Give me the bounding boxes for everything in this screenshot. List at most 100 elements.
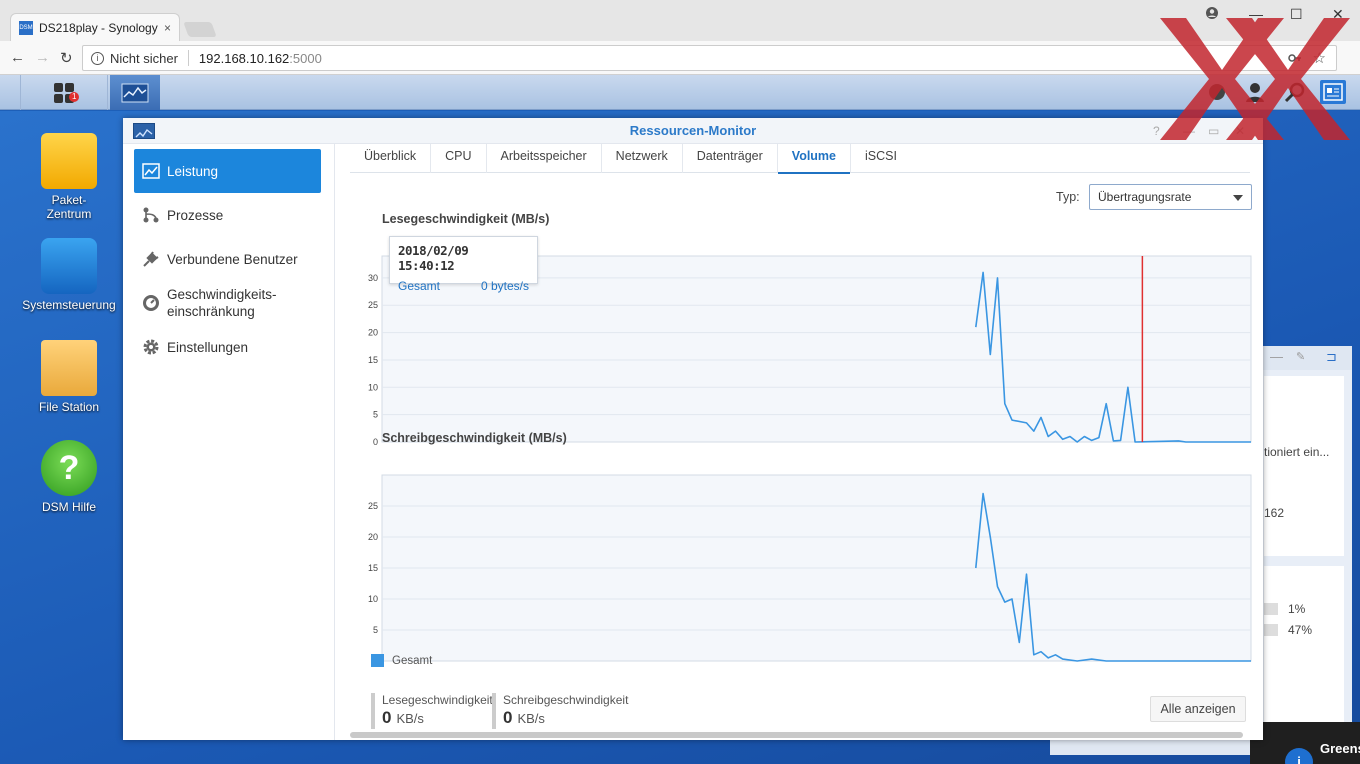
show-all-button[interactable]: Alle anzeigen xyxy=(1150,696,1246,722)
tab-ueberblick[interactable]: Überblick xyxy=(350,144,432,173)
sidebar-item-prozesse[interactable]: Prozesse xyxy=(134,193,321,237)
forward-icon[interactable]: → xyxy=(35,49,50,66)
close-tab-icon[interactable]: × xyxy=(164,21,171,35)
main-menu-button[interactable]: 1 xyxy=(20,75,108,110)
profile-icon[interactable] xyxy=(1205,6,1219,23)
window-title: Ressourcen-Monitor xyxy=(629,123,757,138)
browser-tab[interactable]: DSM DS218play - Synology Di × xyxy=(10,13,180,41)
minimize-icon[interactable]: — xyxy=(1270,349,1283,364)
sidebar-item-geschwindigkeitseinschraenkung[interactable]: Geschwindigkeits- einschränkung xyxy=(134,281,321,325)
stat-unit: KB/s xyxy=(396,711,424,726)
y-tick-label: 20 xyxy=(368,328,378,338)
tooltip-value: 0 bytes/s xyxy=(480,279,529,293)
dsm-favicon: DSM xyxy=(19,20,33,35)
resource-monitor-taskbar-button[interactable] xyxy=(110,75,160,110)
close-icon[interactable]: ✕ xyxy=(1235,118,1245,144)
background-card: 1% 47% xyxy=(1264,566,1344,736)
desktop-icon-file-station[interactable]: File Station xyxy=(14,340,124,414)
security-label: Nicht sicher xyxy=(110,50,178,66)
new-tab-button[interactable] xyxy=(183,22,217,37)
reload-icon[interactable]: ↻ xyxy=(60,49,73,67)
widgets-icon[interactable] xyxy=(1320,80,1346,104)
horizontal-scrollbar[interactable] xyxy=(350,732,1243,738)
info-icon: i xyxy=(1285,748,1313,764)
folder-icon xyxy=(41,340,97,396)
toast-text: Greens xyxy=(1320,741,1360,756)
sidebar-item-label: Geschwindigkeits- xyxy=(167,287,277,302)
star-icon[interactable]: ☆ xyxy=(1313,49,1326,67)
sidebar: Leistung Prozesse Verbundene Benutzer Ge… xyxy=(123,144,335,740)
tab-arbeitsspeicher[interactable]: Arbeitsspeicher xyxy=(487,144,602,173)
background-window[interactable]: — ✎ ⊐ tioniert ein... 162 1% 47% xyxy=(1262,346,1352,736)
back-icon[interactable]: ← xyxy=(10,49,25,66)
maximize-window-icon[interactable]: ☐ xyxy=(1290,6,1303,23)
panel-icon[interactable]: ⊐ xyxy=(1326,349,1337,365)
desktop-icon-systemsteuerung[interactable]: Systemsteuerung xyxy=(14,238,124,312)
sidebar-item-label: einschränkung xyxy=(167,304,255,319)
minimize-window-icon[interactable]: — xyxy=(1249,6,1263,22)
plug-icon xyxy=(142,250,160,268)
usage-bar xyxy=(1264,603,1278,615)
window-titlebar[interactable]: Ressourcen-Monitor ? — ▭ ✕ xyxy=(123,118,1263,144)
desktop-icon-paket-zentrum[interactable]: Paket- Zentrum xyxy=(14,133,124,221)
resource-monitor-icon xyxy=(133,123,155,139)
shopping-bag-icon xyxy=(41,133,97,189)
tooltip-time: 2018/02/09 15:40:12 xyxy=(398,243,469,273)
tab-cpu[interactable]: CPU xyxy=(431,144,487,173)
browser-tab-title: DS218play - Synology Di xyxy=(39,20,158,35)
write-chart-title: Schreibgeschwindigkeit (MB/s) xyxy=(382,431,567,445)
chart-icon xyxy=(142,162,160,180)
y-tick-label: 10 xyxy=(368,594,378,604)
type-label: Typ: xyxy=(1056,190,1080,204)
main-content: Überblick CPU Arbeitsspeicher Netzwerk D… xyxy=(350,144,1255,740)
usage-bar xyxy=(1264,624,1278,636)
desktop-icon-label: Zentrum xyxy=(46,207,92,221)
address-bar[interactable]: i Nicht sicher 192.168.10.162 :5000 ☆ xyxy=(82,45,1337,71)
read-chart-title: Lesegeschwindigkeit (MB/s) xyxy=(382,212,550,226)
tab-iscsi[interactable]: iSCSI xyxy=(851,144,911,173)
notification-toast[interactable]: Greens i xyxy=(1250,722,1360,764)
chevron-down-icon xyxy=(1233,195,1243,201)
gauge-icon xyxy=(142,294,160,312)
usage-percent: 1% xyxy=(1288,602,1306,616)
stat-value: 0 xyxy=(503,708,513,727)
y-tick-label: 10 xyxy=(368,382,378,392)
tab-bar: Überblick CPU Arbeitsspeicher Netzwerk D… xyxy=(350,144,1250,174)
tab-volume[interactable]: Volume xyxy=(777,144,852,174)
minimize-icon[interactable]: — xyxy=(1183,118,1195,144)
y-tick-label: 30 xyxy=(368,273,378,283)
y-tick-label: 15 xyxy=(368,563,378,573)
desktop-icon-label: DSM Hilfe xyxy=(41,500,96,514)
sidebar-item-label: Prozesse xyxy=(167,207,224,223)
tab-netzwerk[interactable]: Netzwerk xyxy=(602,144,683,173)
chart-legend[interactable]: Gesamt xyxy=(371,654,432,667)
info-icon[interactable]: i xyxy=(91,51,104,65)
read-speed-stat: Lesegeschwindigkeit 0 KB/s xyxy=(371,693,493,729)
write-speed-chart[interactable]: 0510152025 xyxy=(350,447,1255,666)
search-icon[interactable] xyxy=(1284,81,1306,106)
background-window-titlebar: — ✎ ⊐ xyxy=(1262,346,1352,370)
desktop-icon-label: Systemsteuerung xyxy=(22,298,116,312)
tooltip-series: Gesamt xyxy=(398,279,441,293)
help-icon: ? xyxy=(41,440,97,496)
chat-icon[interactable] xyxy=(1207,82,1227,105)
sidebar-item-einstellungen[interactable]: Einstellungen xyxy=(134,325,321,369)
type-select[interactable]: Übertragungsrate xyxy=(1089,184,1252,210)
help-icon[interactable]: ? xyxy=(1153,118,1160,144)
sidebar-item-verbundene-benutzer[interactable]: Verbundene Benutzer xyxy=(134,237,321,281)
key-icon[interactable] xyxy=(1288,51,1302,68)
pin-icon[interactable]: ✎ xyxy=(1296,350,1305,363)
user-icon[interactable] xyxy=(1244,81,1266,106)
maximize-icon[interactable]: ▭ xyxy=(1208,118,1219,144)
tab-datentraeger[interactable]: Datenträger xyxy=(683,144,778,173)
stat-value: 0 xyxy=(382,708,392,727)
stat-label: Lesegeschwindigkeit xyxy=(382,693,493,707)
close-window-icon[interactable]: ✕ xyxy=(1332,6,1344,23)
sidebar-item-leistung[interactable]: Leistung xyxy=(134,149,321,193)
gear-icon xyxy=(142,338,160,356)
y-tick-label: 20 xyxy=(368,532,378,542)
background-text: tioniert ein... xyxy=(1264,445,1330,459)
sidebar-item-label: Einstellungen xyxy=(167,339,249,355)
y-tick-label: 5 xyxy=(373,410,378,420)
desktop-icon-dsm-hilfe[interactable]: ? DSM Hilfe xyxy=(14,440,124,514)
